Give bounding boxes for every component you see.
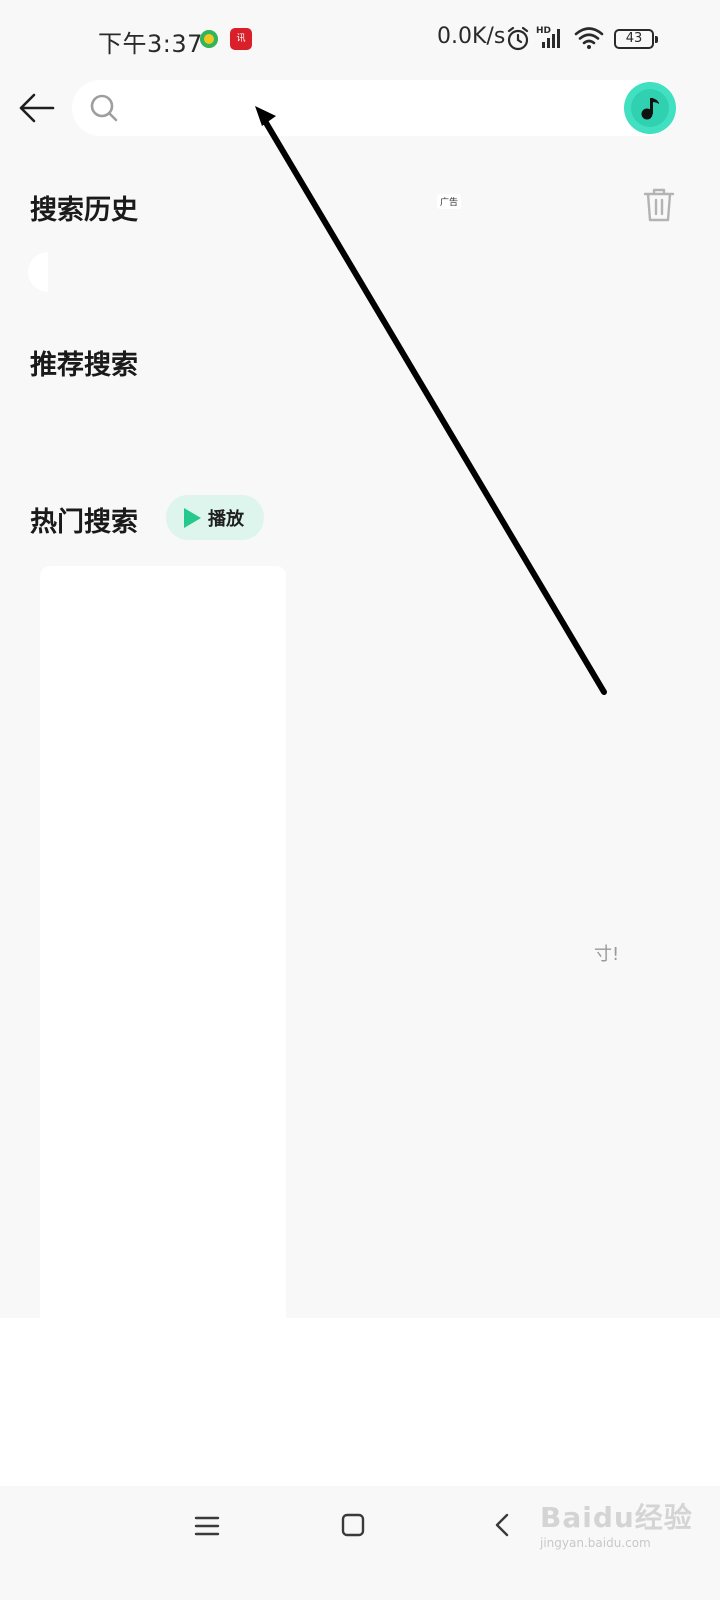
watermark: Baidu经验 jingyan.baidu.com — [540, 1496, 710, 1560]
annotation-arrow — [255, 106, 607, 695]
watermark-main: Baidu经验 — [540, 1501, 693, 1534]
home-icon[interactable] — [340, 1512, 366, 1538]
menu-icon[interactable] — [194, 1514, 220, 1538]
nav-back-icon[interactable] — [492, 1512, 512, 1538]
watermark-sub: jingyan.baidu.com — [540, 1536, 651, 1550]
